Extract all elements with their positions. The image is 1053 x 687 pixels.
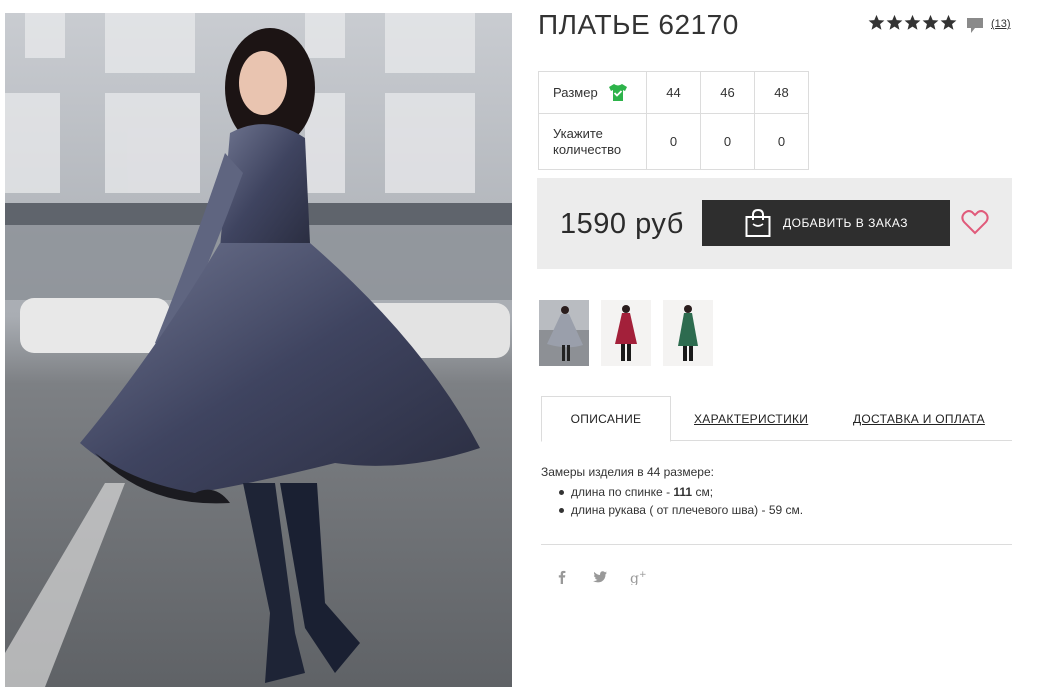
main-product-photo[interactable] xyxy=(5,13,512,687)
product-tabs: ОПИСАНИЕ ХАРАКТЕРИСТИКИ ДОСТАВКА И ОПЛАТ… xyxy=(541,396,1012,442)
thumbnail-grey-dress[interactable] xyxy=(539,300,589,366)
twitter-icon[interactable] xyxy=(592,569,608,585)
tab-delivery-payment[interactable]: ДОСТАВКА И ОПЛАТА xyxy=(853,396,985,441)
thumbnail-burgundy-dress[interactable] xyxy=(601,300,651,366)
reviews-count-link[interactable]: (13) xyxy=(991,18,1011,30)
quantity-input-46[interactable]: 0 xyxy=(700,113,755,170)
quantity-input-44[interactable]: 0 xyxy=(646,113,701,170)
description-panel: Замеры изделия в 44 размере: длина по сп… xyxy=(541,463,803,519)
facebook-icon[interactable] xyxy=(554,569,570,585)
list-item: длина рукава ( от плечевого шва) - 59 см… xyxy=(559,501,803,519)
list-item-text: см; xyxy=(692,485,714,499)
product-title: ПЛАТЬЕ 62170 xyxy=(538,9,739,40)
description-intro: Замеры изделия в 44 размере: xyxy=(541,465,714,479)
list-item-value: 111 xyxy=(673,485,693,499)
price-box: 1590 руб ДОБАВИТЬ В ЗАКАЗ xyxy=(537,178,1012,269)
svg-text:+: + xyxy=(639,570,646,580)
star-icon[interactable] xyxy=(904,14,921,31)
heart-icon[interactable] xyxy=(961,209,989,235)
quantity-label-cell: Укажите количество xyxy=(538,113,647,170)
google-plus-icon[interactable]: g + xyxy=(630,569,646,585)
size-table: Размер 44 46 48 Укажите количество 0 0 0 xyxy=(538,71,809,170)
rating-stars[interactable] xyxy=(868,14,957,31)
color-thumbnails xyxy=(539,300,713,366)
size-option-44[interactable]: 44 xyxy=(646,71,701,114)
svg-text:g: g xyxy=(630,571,639,585)
size-chart-shirt-icon[interactable] xyxy=(608,83,628,102)
social-share: g + xyxy=(554,569,646,585)
add-to-order-button[interactable]: ДОБАВИТЬ В ЗАКАЗ xyxy=(702,200,950,246)
star-icon[interactable] xyxy=(886,14,903,31)
size-label: Размер xyxy=(553,85,598,100)
size-option-48[interactable]: 48 xyxy=(754,71,809,114)
star-icon[interactable] xyxy=(940,14,957,31)
size-label-cell: Размер xyxy=(538,71,647,114)
star-icon[interactable] xyxy=(922,14,939,31)
list-item-text: длина по спинке - xyxy=(571,485,674,499)
star-icon[interactable] xyxy=(868,14,885,31)
price: 1590 руб xyxy=(560,208,684,240)
comment-icon[interactable] xyxy=(966,17,984,34)
shopping-bag-icon xyxy=(745,208,771,237)
tab-characteristics[interactable]: ХАРАКТЕРИСТИКИ xyxy=(694,396,808,441)
size-option-46[interactable]: 46 xyxy=(700,71,755,114)
quantity-label: Укажите количество xyxy=(553,125,622,157)
quantity-input-48[interactable]: 0 xyxy=(754,113,809,170)
divider xyxy=(541,544,1012,545)
add-to-order-label: ДОБАВИТЬ В ЗАКАЗ xyxy=(783,216,908,230)
description-list: длина по спинке - 111 см; длина рукава (… xyxy=(541,483,803,519)
list-item: длина по спинке - 111 см; xyxy=(559,483,803,501)
tab-description[interactable]: ОПИСАНИЕ xyxy=(541,396,671,442)
thumbnail-green-dress[interactable] xyxy=(663,300,713,366)
